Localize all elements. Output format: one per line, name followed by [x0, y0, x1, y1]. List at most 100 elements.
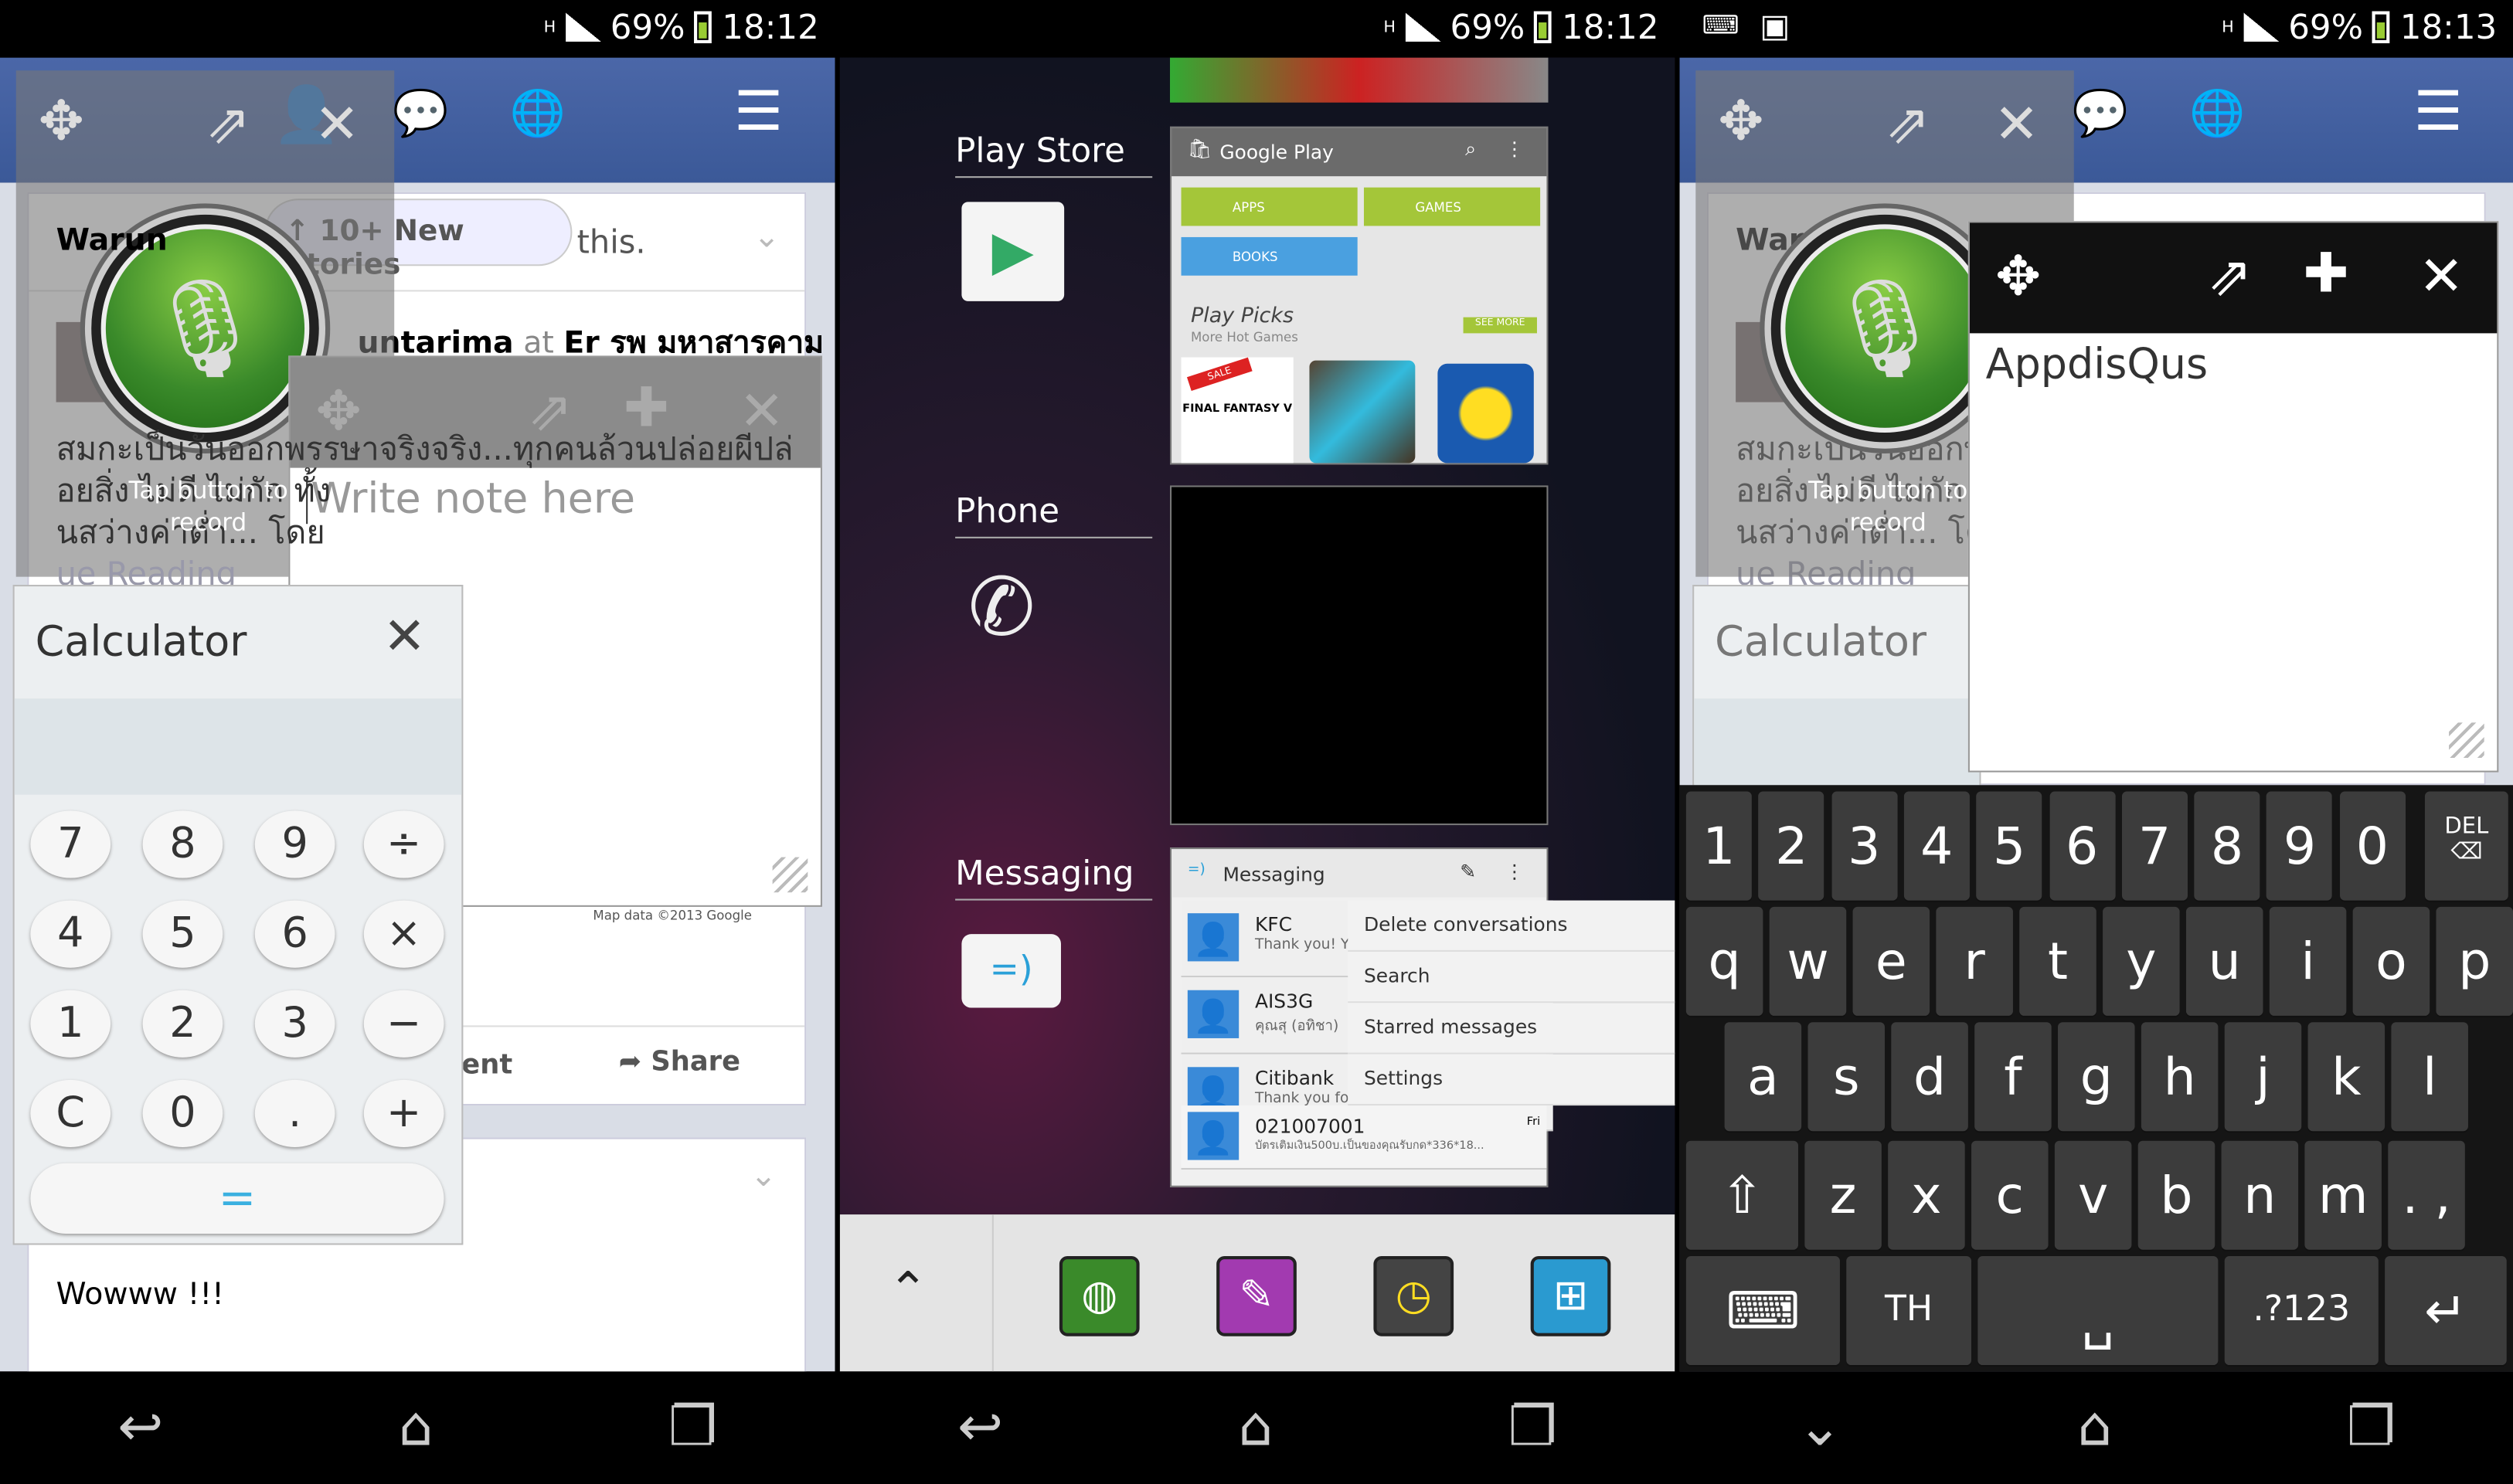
books-tile[interactable]: BOOKS: [1181, 236, 1358, 276]
key[interactable]: m: [2304, 1140, 2382, 1250]
calculator-key[interactable]: ×: [363, 900, 444, 968]
calculator-key[interactable]: 2: [142, 990, 223, 1058]
phone-thumbnail[interactable]: [1170, 485, 1549, 826]
home-icon[interactable]: ⌂: [2077, 1395, 2112, 1459]
calculator-key[interactable]: +: [363, 1079, 444, 1147]
see-more-button[interactable]: SEE MORE: [1463, 317, 1537, 334]
resize-handle[interactable]: [772, 857, 808, 893]
enter-key[interactable]: ↵: [2385, 1256, 2507, 1366]
menu-item-search[interactable]: Search: [1348, 951, 1675, 1003]
globe-icon[interactable]: 🌐: [510, 87, 566, 139]
key[interactable]: 3: [1831, 791, 1897, 901]
google-play-thumbnail[interactable]: 🛍 Google Play ⌕ ⋮ APPS GAMES BOOKS Play Pic…: [1170, 126, 1549, 465]
key[interactable]: 9: [2266, 791, 2333, 901]
messaging-thumbnail[interactable]: =) Messaging ✎ ⋮ 👤 KFC Thank you! Y 👤 AIS3G คุณ…: [1170, 847, 1675, 1187]
key[interactable]: z: [1804, 1140, 1882, 1250]
key[interactable]: p: [2436, 906, 2513, 1016]
messages-icon[interactable]: 💬: [393, 87, 448, 139]
calculator-key[interactable]: 5: [142, 900, 223, 968]
popout-icon[interactable]: ⇗: [205, 93, 250, 157]
calculator-key[interactable]: 1: [30, 990, 111, 1058]
calculator-key[interactable]: 4: [30, 900, 111, 968]
game-card[interactable]: SALE FINAL FANTASY V: [1181, 357, 1294, 464]
close-icon[interactable]: ✕: [383, 606, 427, 667]
key[interactable]: n: [2221, 1140, 2299, 1250]
move-icon[interactable]: ✥: [1718, 90, 1763, 154]
calculator-key[interactable]: 8: [142, 810, 223, 878]
messaging-icon[interactable]: =): [961, 934, 1061, 1008]
keyboard-settings-key[interactable]: ⌨: [1685, 1256, 1840, 1366]
calculator-key[interactable]: 6: [254, 900, 335, 968]
symbols-key[interactable]: .?123: [2224, 1256, 2379, 1366]
key[interactable]: h: [2141, 1022, 2219, 1132]
share-button[interactable]: ➦ Share: [619, 1046, 740, 1078]
shift-key[interactable]: ⇧: [1685, 1140, 1799, 1250]
close-icon[interactable]: ✕: [2419, 245, 2464, 309]
move-icon[interactable]: ✥: [1995, 245, 2041, 309]
key[interactable]: o: [2352, 906, 2430, 1016]
key[interactable]: j: [2224, 1022, 2302, 1132]
messages-icon[interactable]: 💬: [2073, 87, 2128, 139]
calculator-key[interactable]: .: [254, 1079, 335, 1147]
delete-key[interactable]: DEL ⌫: [2424, 791, 2508, 901]
key[interactable]: 5: [1976, 791, 2042, 901]
browser-small-app-icon[interactable]: ◍: [1059, 1256, 1140, 1336]
play-store-icon[interactable]: ▶: [961, 202, 1065, 301]
menu-item-settings[interactable]: Settings: [1348, 1054, 1675, 1106]
key[interactable]: u: [2185, 906, 2263, 1016]
key[interactable]: a: [1724, 1022, 1802, 1132]
menu-item-starred[interactable]: Starred messages: [1348, 1003, 1675, 1054]
home-icon[interactable]: ⌂: [1239, 1395, 1274, 1459]
games-tile[interactable]: GAMES: [1363, 187, 1541, 226]
recents-icon[interactable]: ❐: [668, 1395, 717, 1459]
resize-handle[interactable]: [2449, 722, 2484, 759]
partial-thumbnail[interactable]: [1170, 57, 1549, 103]
calculator-key[interactable]: 3: [254, 990, 335, 1058]
key[interactable]: x: [1888, 1140, 1965, 1250]
close-icon[interactable]: ✕: [315, 93, 360, 157]
hide-keyboard-icon[interactable]: ⌄: [1797, 1395, 1842, 1459]
calculator-key[interactable]: 7: [30, 810, 111, 878]
calculator-key[interactable]: C: [30, 1079, 111, 1147]
key[interactable]: c: [1971, 1140, 2049, 1250]
key[interactable]: w: [1769, 906, 1847, 1016]
key[interactable]: s: [1807, 1022, 1886, 1132]
key[interactable]: t: [2019, 906, 2096, 1016]
friend-requests-icon[interactable]: ☰: [2413, 80, 2462, 144]
recents-icon[interactable]: ❐: [1508, 1395, 1557, 1459]
menu-item-delete[interactable]: Delete conversations: [1348, 900, 1675, 952]
comment-button[interactable]: ent: [461, 1049, 512, 1081]
back-icon[interactable]: ↩: [117, 1395, 163, 1459]
key[interactable]: 7: [2121, 791, 2188, 901]
home-icon[interactable]: ⌂: [399, 1395, 434, 1459]
key[interactable]: v: [2054, 1140, 2132, 1250]
key[interactable]: 0: [2339, 791, 2406, 901]
key[interactable]: . ,: [2388, 1140, 2465, 1250]
key[interactable]: y: [2103, 906, 2180, 1016]
game-card[interactable]: [1309, 360, 1416, 464]
game-card[interactable]: [1437, 363, 1534, 464]
timer-small-app-icon[interactable]: ◷: [1373, 1256, 1454, 1336]
key[interactable]: k: [2307, 1022, 2385, 1132]
phone-icon[interactable]: ✆: [968, 561, 1035, 654]
key[interactable]: 2: [1758, 791, 1824, 901]
language-key[interactable]: TH: [1846, 1256, 1972, 1366]
calculator-key[interactable]: 9: [254, 810, 335, 878]
key[interactable]: 8: [2194, 791, 2260, 901]
recents-icon[interactable]: ❐: [2347, 1395, 2396, 1459]
key[interactable]: 1: [1685, 791, 1752, 901]
close-icon[interactable]: ✕: [1994, 93, 2039, 157]
key[interactable]: i: [2269, 906, 2347, 1016]
calculator-key[interactable]: ÷: [363, 810, 444, 878]
calculator-key[interactable]: 0: [142, 1079, 223, 1147]
post-author[interactable]: Warun: [56, 222, 168, 258]
key[interactable]: l: [2391, 1022, 2468, 1132]
back-icon[interactable]: ↩: [957, 1395, 1003, 1459]
popout-icon[interactable]: ⇗: [1885, 93, 1930, 157]
chevron-down-icon[interactable]: ⌄: [753, 216, 780, 255]
key[interactable]: r: [1936, 906, 2013, 1016]
chevron-up-icon[interactable]: ⌃: [888, 1262, 928, 1319]
friend-requests-icon[interactable]: ☰: [734, 80, 783, 144]
globe-icon[interactable]: 🌐: [2189, 87, 2245, 139]
note-input[interactable]: AppdisQus: [1986, 341, 2208, 389]
